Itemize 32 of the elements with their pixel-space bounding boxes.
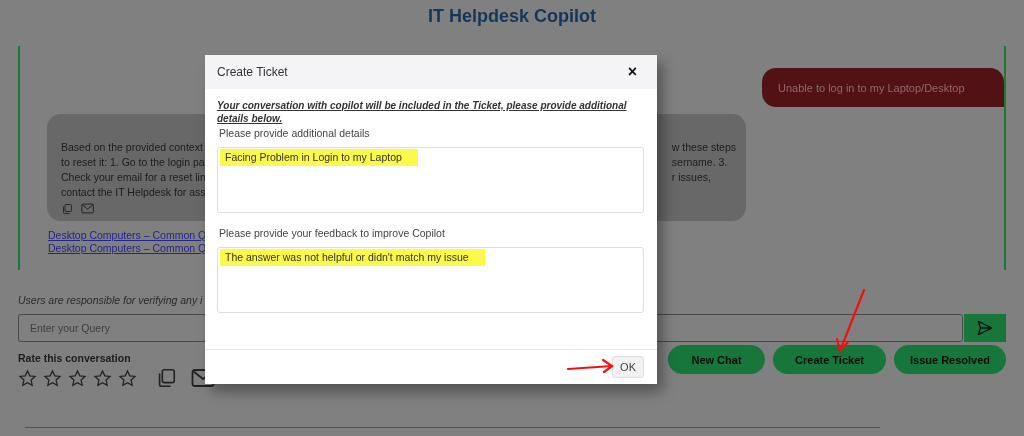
annotation-arrow: [835, 288, 866, 354]
user-message: Unable to log in to my Laptop/Desktop: [762, 68, 1004, 107]
star-icon[interactable]: [43, 368, 62, 388]
star-icon[interactable]: [118, 368, 137, 388]
send-icon: [976, 319, 994, 337]
send-button[interactable]: [964, 314, 1006, 342]
answer-text: sername. 3.: [671, 155, 728, 170]
answer-text: Based on the provided context: [61, 140, 203, 155]
answer-text: to reset it: 1. Go to the login pa: [61, 155, 205, 170]
action-button[interactable]: Create Ticket: [773, 345, 886, 374]
dialog-title: Create Ticket: [217, 65, 288, 79]
disclaimer-text: Users are responsible for verifying any i: [18, 294, 204, 306]
answer-text: Check your email for a reset lin: [61, 170, 206, 185]
star-icon[interactable]: [93, 368, 112, 388]
field-label: Please provide your feedback to improve Copilot: [219, 227, 446, 239]
text-area[interactable]: The answer was not helpful or didn't match my issue: [217, 247, 644, 313]
page-title: IT Helpdesk Copilot: [428, 6, 596, 28]
answer-text: contact the IT Helpdesk for ass: [61, 185, 206, 200]
action-button[interactable]: Issue Resolved: [894, 345, 1006, 374]
text-area[interactable]: Facing Problem in Login to my Laptop: [217, 147, 644, 213]
copy-icon[interactable]: [61, 203, 73, 215]
field-label: Please provide additional details: [219, 127, 371, 139]
star-icon[interactable]: [18, 368, 37, 388]
answer-text: w these steps: [671, 140, 736, 155]
rating-label: Rate this conversation: [18, 352, 132, 364]
star-icon[interactable]: [68, 368, 87, 388]
ok-button[interactable]: OK: [612, 356, 644, 378]
action-button[interactable]: New Chat: [668, 345, 765, 374]
answer-text: r issues,: [671, 170, 711, 185]
annotation-arrow: [566, 358, 614, 374]
close-button[interactable]: ×: [627, 63, 637, 81]
dialog-note: Your conversation with copilot will be included in the Ticket, please provide additional details below.: [217, 99, 628, 125]
